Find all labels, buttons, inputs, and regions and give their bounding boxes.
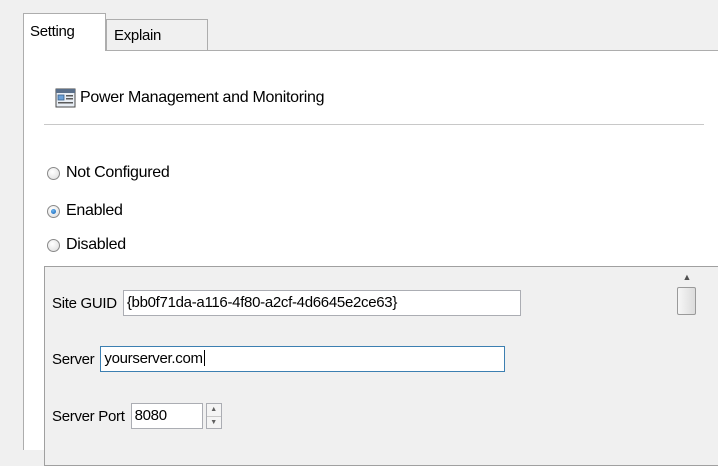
radio-label-disabled: Disabled: [66, 236, 126, 253]
radio-not-configured[interactable]: Not Configured: [47, 164, 170, 182]
server-port-spinner[interactable]: ▲ ▼: [205, 403, 222, 429]
policy-header: Power Management and Monitoring: [55, 88, 324, 108]
site-guid-field[interactable]: {bb0f71da-a116-4f80-a2cf-4d6645e2ce63}: [122, 290, 521, 316]
spin-down-icon[interactable]: ▼: [206, 415, 221, 429]
policy-title: Power Management and Monitoring: [80, 89, 325, 106]
server-row: Server yourserver.com: [52, 346, 506, 372]
tab-setting-label: Setting: [30, 23, 75, 40]
vertical-scrollbar[interactable]: ▲: [675, 267, 699, 465]
server-port-row: Server Port 8080 ▲ ▼: [52, 403, 222, 429]
text-caret: [203, 350, 205, 366]
server-port-label: Server Port: [52, 407, 125, 425]
radio-circle-disabled[interactable]: [47, 238, 60, 252]
radio-circle-not-configured[interactable]: [47, 166, 60, 180]
tab-explain[interactable]: Explain: [106, 19, 208, 51]
radio-circle-enabled[interactable]: [47, 204, 60, 218]
site-guid-value: {bb0f71da-a116-4f80-a2cf-4d6645e2ce63}: [126, 294, 398, 311]
radio-enabled[interactable]: Enabled: [47, 202, 123, 220]
site-guid-row: Site GUID {bb0f71da-a116-4f80-a2cf-4d664…: [52, 290, 521, 316]
scroll-thumb[interactable]: [677, 287, 696, 315]
tab-setting[interactable]: Setting: [23, 13, 106, 51]
options-box: Site GUID {bb0f71da-a116-4f80-a2cf-4d664…: [44, 266, 718, 466]
header-divider: [44, 124, 704, 125]
radio-label-enabled: Enabled: [66, 202, 123, 219]
policy-settings-icon: [55, 88, 76, 108]
server-label: Server: [52, 350, 95, 368]
scroll-up-arrow-icon[interactable]: ▲: [675, 267, 699, 287]
tab-explain-label: Explain: [114, 27, 162, 44]
setting-panel: Power Management and Monitoring Not Conf…: [23, 50, 718, 466]
server-port-value: 8080: [134, 407, 167, 424]
radio-label-not-configured: Not Configured: [66, 164, 170, 181]
server-value: yourserver.com: [104, 350, 203, 367]
server-field[interactable]: yourserver.com: [100, 346, 506, 372]
server-port-field[interactable]: 8080: [130, 403, 203, 429]
radio-disabled[interactable]: Disabled: [47, 236, 126, 254]
spin-up-icon[interactable]: ▲: [207, 404, 221, 416]
site-guid-label: Site GUID: [52, 294, 117, 312]
